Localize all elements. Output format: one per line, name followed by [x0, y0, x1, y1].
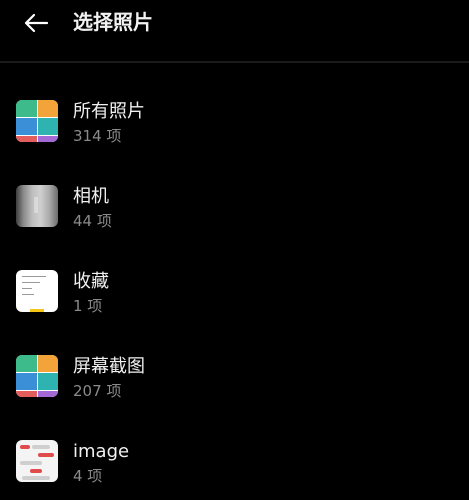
album-thumbnail — [16, 440, 58, 482]
app-bar: 选择照片 — [0, 0, 469, 60]
album-count: 207 项 — [73, 382, 122, 400]
chat-screenshot-thumbnail — [16, 440, 58, 482]
page-title: 选择照片 — [73, 10, 153, 34]
album-thumbnail — [16, 355, 58, 397]
album-thumbnail — [16, 270, 58, 312]
album-count: 1 项 — [73, 297, 103, 315]
album-name: 屏幕截图 — [73, 356, 145, 377]
album-name: 收藏 — [73, 271, 109, 292]
colorful-tiles-thumbnail — [16, 100, 58, 142]
back-button[interactable] — [16, 6, 56, 40]
arrow-left-icon — [24, 13, 49, 33]
album-item-all-photos[interactable]: 所有照片 314 项 — [0, 63, 469, 148]
album-thumbnail — [16, 100, 58, 142]
album-item-screenshots[interactable]: 屏幕截图 207 项 — [0, 318, 469, 403]
album-count: 44 项 — [73, 212, 112, 230]
album-item-favorites[interactable]: 收藏 1 项 — [0, 233, 469, 318]
album-item-camera[interactable]: 相机 44 项 — [0, 148, 469, 233]
document-thumbnail — [16, 270, 58, 312]
album-name: 所有照片 — [73, 101, 145, 122]
album-list: 所有照片 314 项 相机 44 项 收藏 1 项 屏幕截图 207 项 ima… — [0, 63, 469, 488]
album-item-image[interactable]: image 4 项 — [0, 403, 469, 488]
album-name: image — [73, 441, 130, 462]
album-name: 相机 — [73, 186, 109, 207]
album-count: 4 项 — [73, 467, 103, 485]
album-thumbnail — [16, 185, 58, 227]
album-count: 314 项 — [73, 127, 122, 145]
camera-photo-thumbnail — [16, 185, 58, 227]
colorful-tiles-thumbnail — [16, 355, 58, 397]
